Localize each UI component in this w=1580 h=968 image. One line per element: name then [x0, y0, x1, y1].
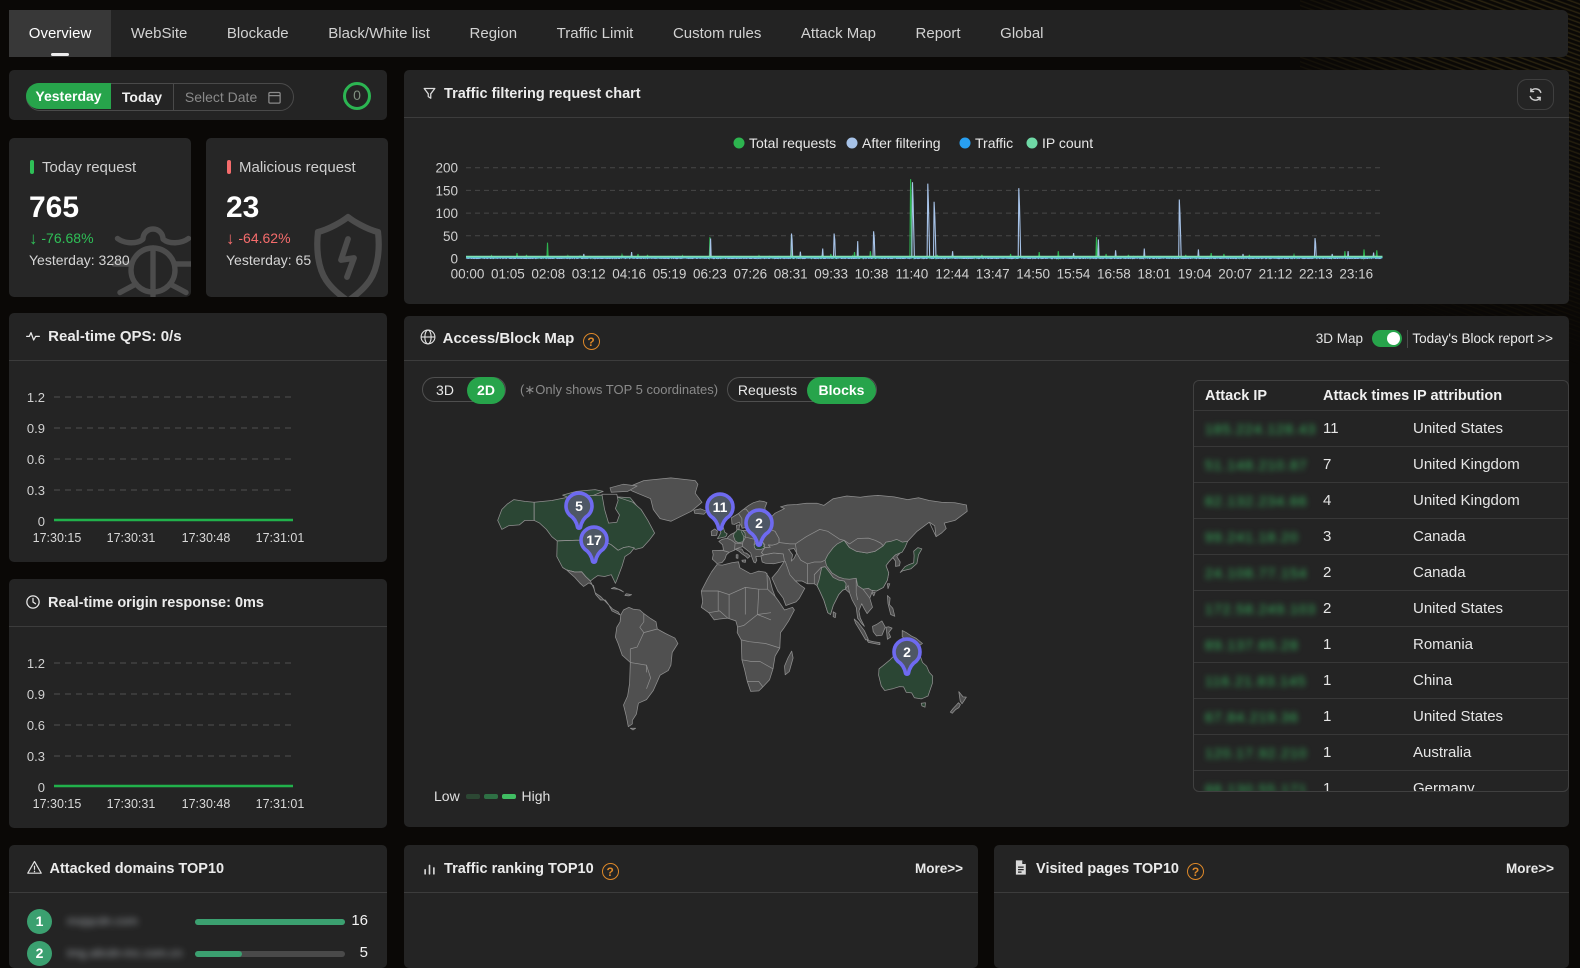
svg-text:18:01: 18:01 — [1137, 267, 1171, 282]
svg-text:17:30:48: 17:30:48 — [182, 531, 231, 545]
svg-text:20:07: 20:07 — [1218, 267, 1252, 282]
svg-text:11:40: 11:40 — [896, 267, 929, 282]
svg-text:07:26: 07:26 — [733, 267, 767, 282]
svg-text:150: 150 — [435, 183, 458, 198]
svg-text:0.6: 0.6 — [27, 718, 45, 733]
svg-text:23:16: 23:16 — [1339, 267, 1373, 282]
svg-text:0.9: 0.9 — [27, 687, 45, 702]
svg-text:0.3: 0.3 — [27, 483, 45, 498]
svg-text:2: 2 — [903, 644, 911, 660]
svg-text:17:31:01: 17:31:01 — [256, 531, 305, 545]
svg-text:10:38: 10:38 — [855, 267, 889, 282]
svg-text:100: 100 — [435, 206, 458, 221]
svg-text:19:04: 19:04 — [1178, 267, 1212, 282]
svg-text:04:16: 04:16 — [612, 267, 646, 282]
svg-text:21:12: 21:12 — [1259, 267, 1293, 282]
svg-text:0: 0 — [38, 780, 45, 795]
svg-text:02:08: 02:08 — [531, 267, 565, 282]
svg-text:12:44: 12:44 — [935, 267, 969, 282]
svg-text:01:05: 01:05 — [491, 267, 525, 282]
svg-text:17:30:31: 17:30:31 — [107, 797, 156, 811]
svg-text:Total requests: Total requests — [749, 135, 836, 151]
svg-text:17:31:01: 17:31:01 — [256, 797, 305, 811]
svg-text:17:30:15: 17:30:15 — [33, 797, 82, 811]
svg-text:05:19: 05:19 — [653, 267, 687, 282]
svg-text:03:12: 03:12 — [572, 267, 606, 282]
svg-text:17:30:48: 17:30:48 — [182, 797, 231, 811]
svg-text:17: 17 — [586, 532, 602, 548]
svg-text:11: 11 — [713, 499, 728, 515]
svg-text:08:31: 08:31 — [774, 267, 808, 282]
svg-text:0: 0 — [450, 252, 458, 267]
svg-text:16:58: 16:58 — [1097, 267, 1131, 282]
svg-text:0.6: 0.6 — [27, 452, 45, 467]
svg-text:17:30:31: 17:30:31 — [107, 531, 156, 545]
svg-text:0.3: 0.3 — [27, 749, 45, 764]
svg-text:5: 5 — [575, 498, 583, 514]
svg-text:After filtering: After filtering — [862, 135, 941, 151]
svg-text:1.2: 1.2 — [27, 390, 45, 405]
svg-text:1.2: 1.2 — [27, 656, 45, 671]
svg-text:50: 50 — [443, 229, 458, 244]
svg-text:IP count: IP count — [1042, 135, 1093, 151]
svg-text:0.9: 0.9 — [27, 421, 45, 436]
svg-text:14:50: 14:50 — [1016, 267, 1050, 282]
svg-text:13:47: 13:47 — [976, 267, 1010, 282]
svg-text:00:00: 00:00 — [451, 267, 485, 282]
svg-text:0: 0 — [38, 514, 45, 529]
svg-text:200: 200 — [435, 161, 458, 176]
svg-text:17:30:15: 17:30:15 — [33, 531, 82, 545]
svg-text:15:54: 15:54 — [1057, 267, 1091, 282]
svg-text:Traffic: Traffic — [975, 135, 1013, 151]
svg-text:2: 2 — [755, 515, 763, 531]
svg-text:06:23: 06:23 — [693, 267, 727, 282]
svg-text:22:13: 22:13 — [1299, 267, 1333, 282]
svg-text:09:33: 09:33 — [814, 267, 848, 282]
